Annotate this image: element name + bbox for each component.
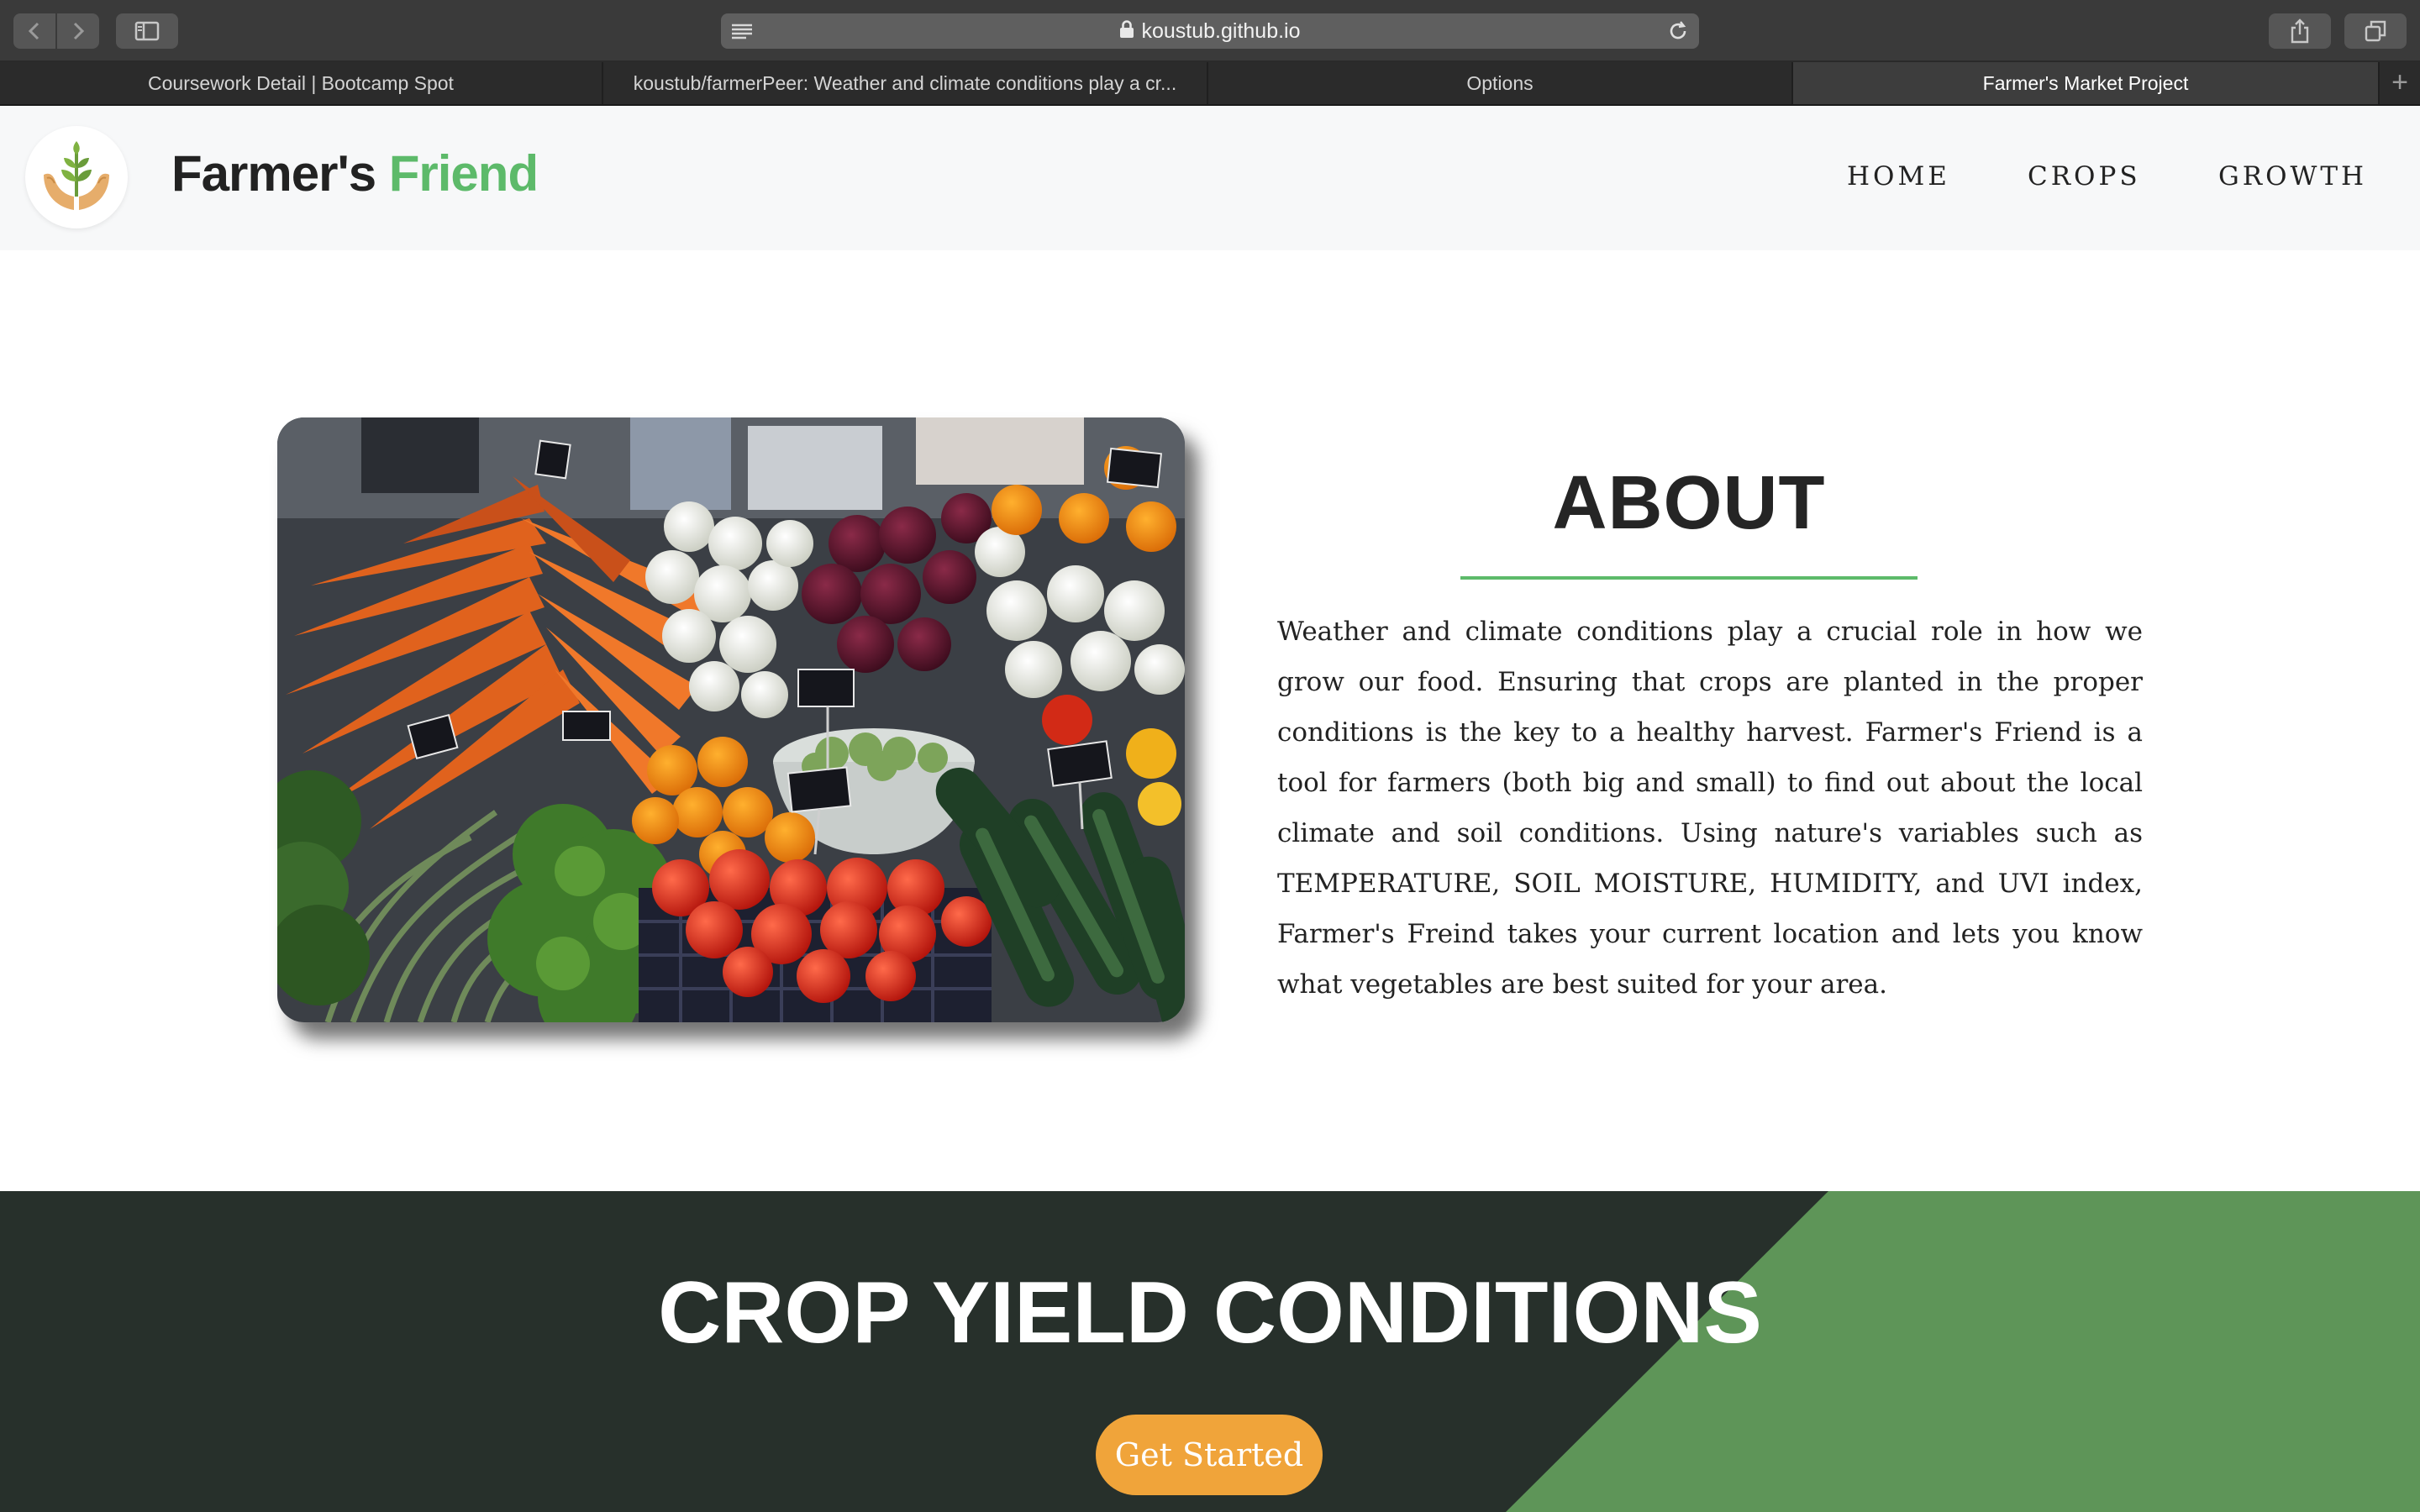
browser-tab[interactable]: koustub/farmerPeer: Weather and climate … [603,62,1208,104]
back-button[interactable] [13,13,55,49]
about-description: Weather and climate conditions play a cr… [1277,617,2143,1000]
reload-icon[interactable] [1665,18,1691,44]
forward-button[interactable] [57,13,99,49]
get-started-button[interactable]: Get Started [1096,1415,1323,1495]
crop-yield-title: CROP YIELD CONDITIONS [658,1264,1762,1362]
vegetable-market-image [277,417,1185,1022]
brand-primary: Farmer's [171,145,376,202]
brand-name[interactable]: Farmer's Friend [171,144,539,202]
sidebar-toggle-button[interactable] [116,13,178,49]
nav-home[interactable]: HOME [1847,161,1950,192]
lock-icon [1120,20,1134,39]
url-text: koustub.github.io [1141,19,1301,43]
browser-tab[interactable]: Options [1208,62,1793,104]
nav-growth[interactable]: GROWTH [2218,161,2367,192]
crop-yield-section: CROP YIELD CONDITIONS Get Started [0,1191,2420,1512]
browser-tab-active[interactable]: Farmer's Market Project [1793,62,2380,104]
tabs-overview-icon [2365,20,2386,42]
tab-overview-button[interactable] [2344,13,2407,49]
browser-toolbar: koustub.github.io [0,0,2420,62]
browser-tab[interactable]: Coursework Detail | Bootcamp Spot [0,62,603,104]
vegetable-stall-illustration [277,417,1185,1022]
site-header: Farmer's Friend HOME CROPS GROWTH [0,106,2420,250]
url-display: koustub.github.io [721,13,1699,49]
brand-accent: Friend [388,145,539,202]
new-tab-button[interactable]: + [2380,62,2420,104]
address-bar[interactable]: koustub.github.io [721,13,1699,49]
about-divider [1460,576,1918,580]
back-icon [28,22,39,40]
about-title: ABOUT [1552,461,1826,545]
forward-icon [73,22,85,40]
share-button[interactable] [2269,13,2331,49]
tab-bar: Coursework Detail | Bootcamp Spot koustu… [0,62,2420,106]
logo[interactable] [25,126,128,228]
sidebar-icon [134,21,160,41]
plant-hands-logo-icon [44,141,109,210]
nav-crops[interactable]: CROPS [2028,161,2141,192]
share-icon [2291,18,2309,44]
